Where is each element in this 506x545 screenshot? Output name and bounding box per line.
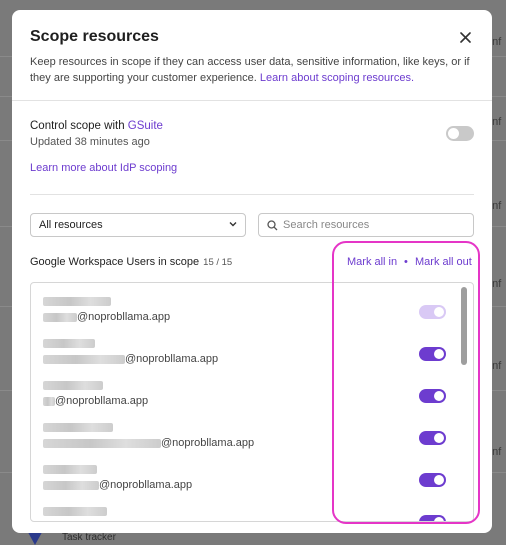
- user-row: @noprobllama.app: [31, 459, 461, 501]
- redacted-name: [43, 507, 107, 516]
- mark-all-out-link[interactable]: Mark all out: [415, 256, 472, 268]
- user-scope-toggle[interactable]: [419, 431, 446, 445]
- user-list: @noprobllama.app @noprobllama.app @nopro…: [30, 282, 474, 522]
- redacted-name: [43, 339, 95, 348]
- redacted-name: [43, 465, 97, 474]
- user-scope-toggle[interactable]: [419, 347, 446, 361]
- control-scope-toggle[interactable]: [446, 126, 474, 141]
- user-email-suffix: @noprobllama.app: [161, 437, 255, 449]
- resource-type-select[interactable]: All resources: [30, 213, 246, 237]
- user-scope-toggle[interactable]: [419, 473, 446, 487]
- user-email-suffix: @noprobllama.app: [99, 479, 193, 491]
- redacted-name: [43, 423, 113, 432]
- idp-scoping-link[interactable]: Learn more about IdP scoping: [30, 162, 177, 174]
- resource-select-value: All resources: [39, 219, 103, 231]
- redacted-email-prefix: [43, 439, 161, 448]
- section-title: Google Workspace Users in scope 15 / 15: [30, 256, 232, 268]
- user-row: @noprobllama.app: [31, 375, 461, 417]
- mark-all-in-link[interactable]: Mark all in: [347, 256, 397, 268]
- toggle-knob: [434, 433, 444, 443]
- redacted-email-prefix: [43, 355, 125, 364]
- search-icon: [267, 220, 278, 231]
- user-scope-toggle[interactable]: [419, 305, 446, 319]
- toggle-knob: [448, 128, 459, 139]
- user-row: @noprobllama.app: [31, 333, 461, 375]
- user-scope-toggle[interactable]: [419, 389, 446, 403]
- list-scrollbar[interactable]: [461, 287, 467, 517]
- user-email-suffix: @noprobllama.app: [77, 311, 171, 323]
- learn-scoping-link[interactable]: Learn about scoping resources.: [260, 72, 414, 84]
- scroll-thumb[interactable]: [461, 287, 467, 365]
- redacted-name: [43, 297, 111, 306]
- bg-app-label: Task tracker: [62, 532, 116, 543]
- toggle-knob: [434, 391, 444, 401]
- user-row: @noprobllama.app: [31, 417, 461, 459]
- toggle-knob: [434, 475, 444, 485]
- toggle-knob: [434, 517, 444, 521]
- redacted-name: [43, 381, 103, 390]
- control-scope-label: Control scope with GSuite: [30, 120, 163, 132]
- user-row: [31, 501, 461, 521]
- close-icon: [459, 31, 471, 43]
- updated-timestamp: Updated 38 minutes ago: [30, 136, 150, 148]
- user-row: @noprobllama.app: [31, 291, 461, 333]
- header-divider: [12, 100, 492, 101]
- modal-description: Keep resources in scope if they can acce…: [30, 54, 480, 86]
- toggle-knob: [434, 349, 444, 359]
- scope-resources-modal: Scope resources Keep resources in scope …: [12, 10, 492, 533]
- mark-separator: •: [404, 256, 408, 268]
- chevron-down-icon: [229, 222, 237, 227]
- user-scope-toggle[interactable]: [419, 515, 446, 521]
- search-box: [258, 213, 474, 237]
- redacted-email-prefix: [43, 313, 77, 322]
- section-divider: [30, 194, 474, 195]
- close-button[interactable]: [456, 28, 474, 46]
- search-input[interactable]: [283, 217, 468, 233]
- scope-count: 15 / 15: [203, 257, 233, 268]
- gsuite-provider-link[interactable]: GSuite: [128, 120, 163, 132]
- redacted-email-prefix: [43, 397, 55, 406]
- section-title-text: Google Workspace Users in scope: [30, 256, 200, 268]
- user-email-suffix: @noprobllama.app: [125, 353, 219, 365]
- user-email-suffix: @noprobllama.app: [55, 395, 149, 407]
- toggle-knob: [434, 307, 444, 317]
- modal-title: Scope resources: [30, 28, 159, 45]
- redacted-email-prefix: [43, 481, 99, 490]
- control-scope-prefix: Control scope with: [30, 120, 128, 132]
